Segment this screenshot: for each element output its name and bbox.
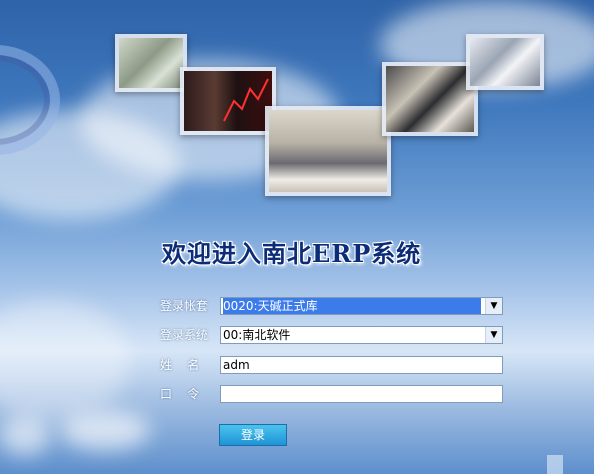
cloud <box>60 410 150 450</box>
cloud <box>0 300 130 420</box>
photo-team <box>382 62 478 136</box>
cloud <box>0 415 50 455</box>
username-input[interactable]: adm <box>220 356 503 374</box>
dropdown-arrow-icon[interactable]: ▼ <box>485 327 502 343</box>
photo-stock-chart <box>180 67 276 135</box>
password-input[interactable] <box>220 385 503 403</box>
decorative-square <box>547 455 563 474</box>
account-label: 登录帐套 <box>160 299 209 313</box>
photo-meeting <box>265 106 391 196</box>
account-value: 0020:天碱正式库 <box>223 298 481 314</box>
photo-office <box>466 34 544 90</box>
system-label: 登录系统 <box>160 328 209 342</box>
password-label: 口 令 <box>160 387 200 401</box>
account-select[interactable]: 0020:天碱正式库 ▼ <box>220 297 503 315</box>
system-select[interactable]: 00:南北软件 ▼ <box>220 326 503 344</box>
name-label: 姓 名 <box>160 358 200 372</box>
login-button[interactable]: 登录 <box>219 424 287 446</box>
page-title: 欢迎进入南北ERP系统 <box>162 239 422 268</box>
login-page: 欢迎进入南北ERP系统 登录帐套 0020:天碱正式库 ▼ 登录系统 00:南北… <box>0 0 594 474</box>
stock-chart-icon <box>223 78 269 122</box>
dropdown-arrow-icon[interactable]: ▼ <box>485 298 502 314</box>
system-value: 00:南北软件 <box>223 328 291 342</box>
photo-money <box>115 34 187 92</box>
